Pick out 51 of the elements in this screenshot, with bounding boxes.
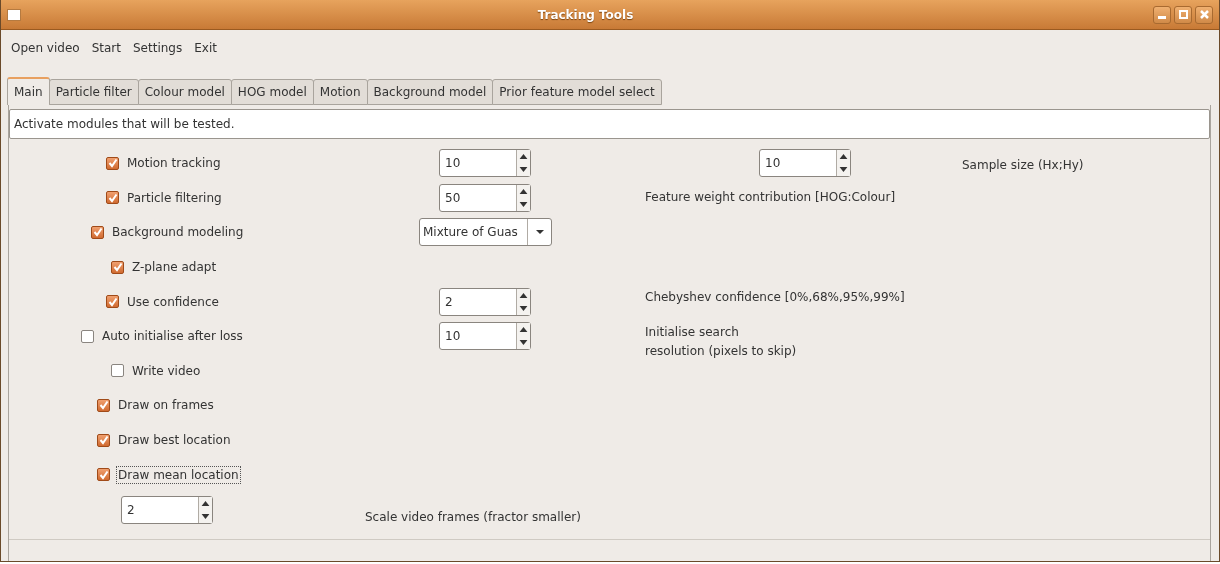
close-icon <box>1199 10 1209 19</box>
checkbox-label[interactable]: Z-plane adapt <box>130 258 219 277</box>
checkbox[interactable] <box>97 398 110 412</box>
tab[interactable]: Background model <box>366 79 494 105</box>
checkbox[interactable] <box>106 191 119 205</box>
checkbox[interactable] <box>111 260 124 274</box>
checkbox[interactable] <box>97 433 110 447</box>
option-note: Sample size (Hx;Hy) <box>962 156 1085 174</box>
option-note: Feature weight contribution [HOG:Colour] <box>645 189 897 207</box>
checkbox-label[interactable]: Write video <box>130 361 203 380</box>
checkbox-label[interactable]: Particle filtering <box>125 188 224 207</box>
spin-box[interactable]: 10 <box>439 322 531 351</box>
minimize-button[interactable] <box>1153 5 1171 24</box>
spin-box[interactable]: 2 <box>439 287 531 316</box>
spin-box[interactable]: 50 <box>439 183 531 212</box>
checkbox-label[interactable]: Draw mean location <box>116 465 241 484</box>
tab[interactable]: Particle filter <box>48 79 139 105</box>
option-note: Chebyshev confidence [0%,68%,95%,99%] <box>645 289 906 307</box>
tab[interactable]: HOG model <box>230 79 314 105</box>
checkbox[interactable] <box>106 295 119 309</box>
dropdown[interactable]: Mixture of Guas <box>419 218 552 247</box>
menu-item[interactable]: Exit <box>188 41 223 55</box>
checkbox[interactable] <box>91 226 104 239</box>
checkbox[interactable] <box>111 364 124 378</box>
menu-item[interactable]: Open video <box>5 41 86 55</box>
tab[interactable]: Main <box>7 77 50 105</box>
checkbox-label[interactable]: Motion tracking <box>125 154 223 173</box>
menu-item[interactable]: Settings <box>127 41 189 55</box>
checkbox-label[interactable]: Draw on frames <box>116 396 216 415</box>
checkbox-label[interactable]: Use confidence <box>125 292 221 311</box>
scale-label: Scale video frames (fractor smaller) <box>365 509 581 524</box>
maximize-icon <box>1178 10 1188 19</box>
tab[interactable]: Motion <box>312 79 368 105</box>
info-field[interactable]: Activate modules that will be tested. <box>9 109 1210 139</box>
close-button[interactable] <box>1195 5 1213 24</box>
spin-box[interactable]: 10 <box>439 149 531 178</box>
tab[interactable]: Colour model <box>137 79 232 105</box>
checkbox-label[interactable]: Auto initialise after loss <box>100 327 245 346</box>
maximize-button[interactable] <box>1174 5 1192 24</box>
menu-item[interactable]: Start <box>85 41 127 55</box>
option-note: Initialise search resolution (pixels to skip) <box>645 324 798 361</box>
spin-box[interactable]: 10 <box>759 149 851 178</box>
tab[interactable]: Prior feature model select <box>492 79 662 105</box>
checkbox[interactable] <box>81 329 94 343</box>
spin-box[interactable]: 2 <box>121 495 213 524</box>
window-menu-icon[interactable] <box>7 8 21 21</box>
checkbox-label[interactable]: Background modeling <box>110 223 246 242</box>
checkbox-label[interactable]: Draw best location <box>116 431 233 450</box>
window-title: Tracking Tools <box>536 7 635 22</box>
checkbox[interactable] <box>106 156 119 170</box>
checkbox[interactable] <box>97 468 110 482</box>
